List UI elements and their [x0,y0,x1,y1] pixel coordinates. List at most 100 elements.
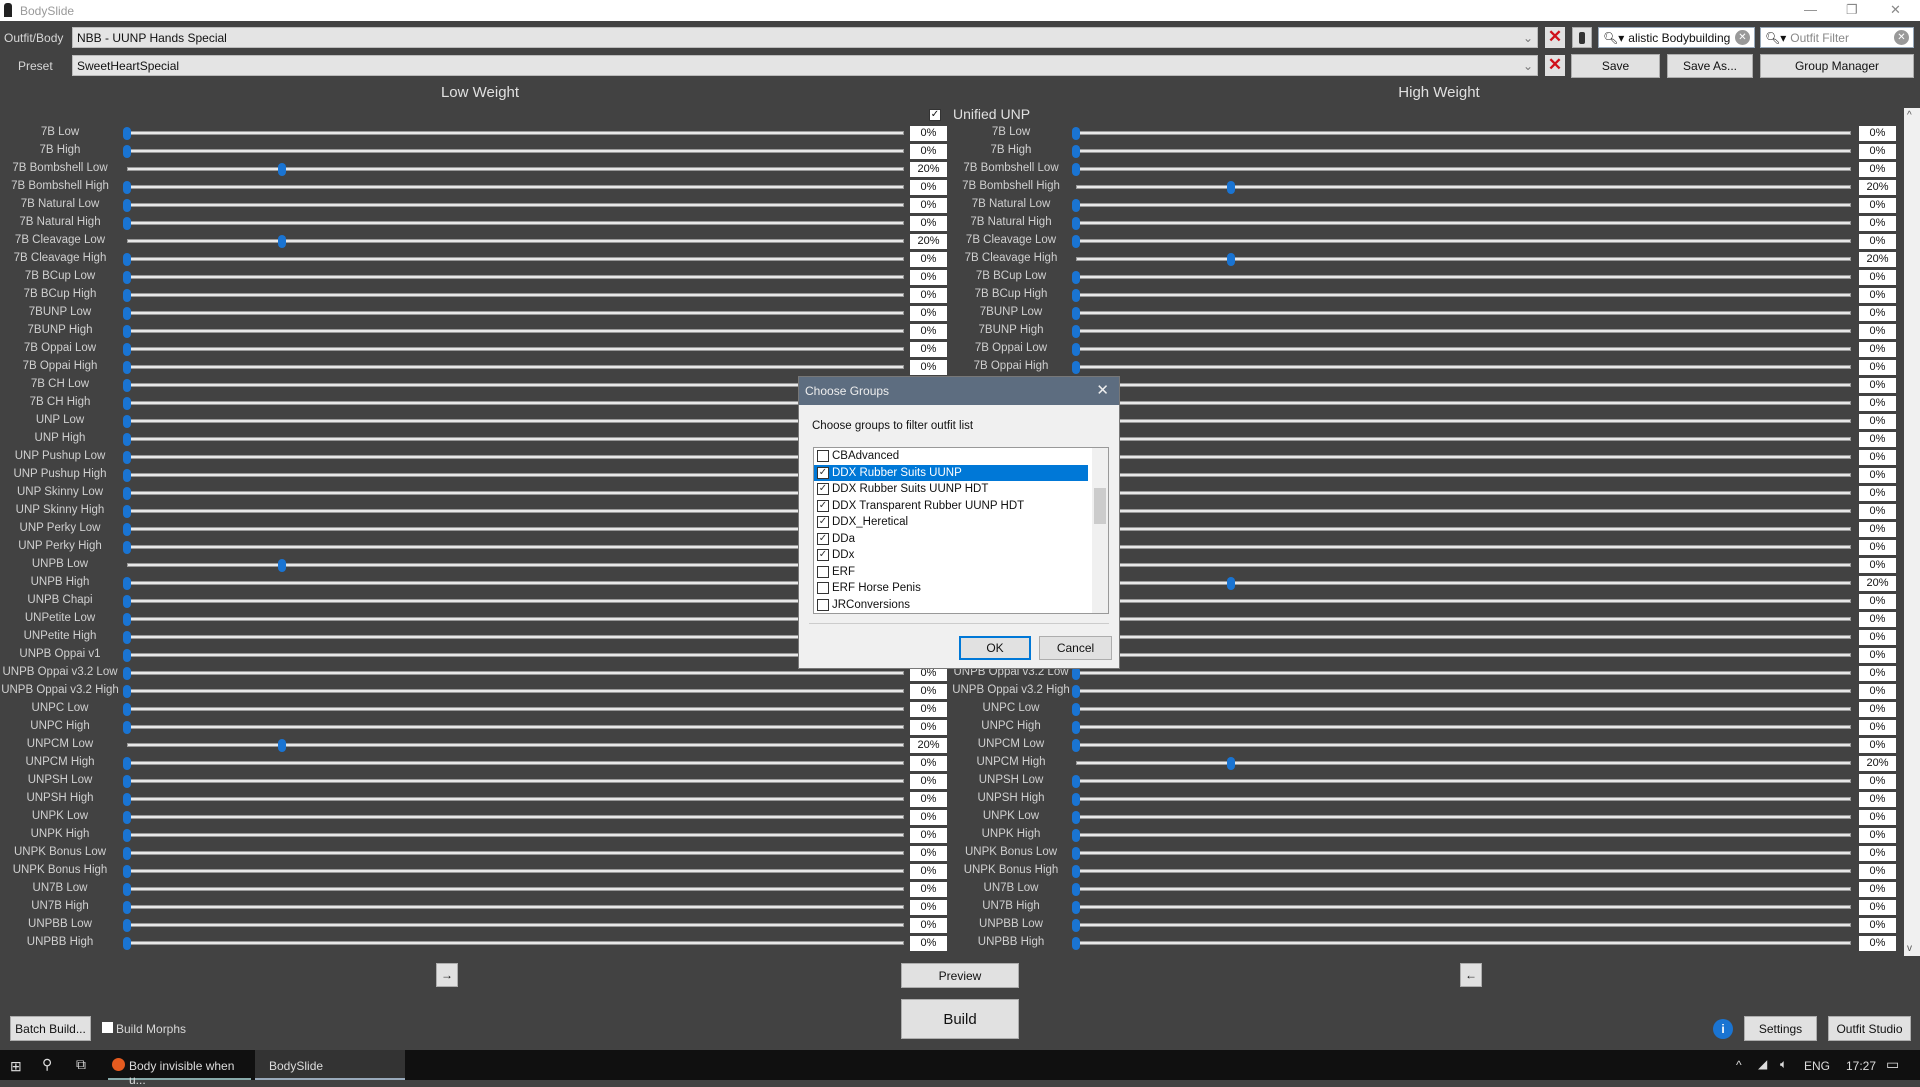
low-slider-track[interactable] [127,329,904,333]
high-value-input[interactable]: 0% [1859,846,1896,861]
outfit-icon-button[interactable] [1572,27,1592,48]
high-slider-thumb[interactable] [1227,757,1235,770]
low-slider-track[interactable] [127,149,904,153]
tray-chevron-icon[interactable]: ^ [1736,1058,1742,1072]
high-slider-track[interactable] [1076,365,1851,369]
low-value-input[interactable]: 20% [910,234,947,249]
high-slider-track[interactable] [1076,455,1851,459]
high-value-input[interactable]: 0% [1859,360,1896,375]
high-slider-track[interactable] [1076,131,1851,135]
high-value-input[interactable]: 0% [1859,882,1896,897]
high-slider-track[interactable] [1076,473,1851,477]
low-value-input[interactable]: 0% [910,342,947,357]
high-value-input[interactable]: 0% [1859,720,1896,735]
low-slider-track[interactable] [127,437,904,441]
high-value-input[interactable]: 0% [1859,612,1896,627]
high-value-input[interactable]: 0% [1859,126,1896,141]
high-value-input[interactable]: 0% [1859,144,1896,159]
low-slider-track[interactable] [127,815,904,819]
group-filter-input[interactable]: 🔍︎▾ alistic Bodybuilding ✕ [1598,27,1755,48]
group-item[interactable]: ✓ DDX_Heretical [814,514,1088,531]
preset-dropdown[interactable]: SweetHeartSpecial ⌄ [72,55,1538,76]
low-slider-track[interactable] [127,311,904,315]
high-slider-track[interactable] [1076,311,1851,315]
low-slider-track[interactable] [127,257,904,261]
low-slider-track[interactable] [127,707,904,711]
network-icon[interactable]: ◢ [1758,1057,1767,1071]
low-slider-track[interactable] [127,275,904,279]
low-slider-track[interactable] [127,419,904,423]
high-value-input[interactable]: 0% [1859,666,1896,681]
low-slider-thumb[interactable] [123,649,131,662]
low-slider-track[interactable] [127,365,904,369]
group-item[interactable]: ✓ DDX Rubber Suits UUNP HDT [814,481,1088,498]
low-value-input[interactable]: 20% [910,738,947,753]
low-slider-track[interactable] [127,509,904,513]
low-slider-thumb[interactable] [123,595,131,608]
low-slider-track[interactable] [127,851,904,855]
high-slider-track[interactable] [1076,869,1851,873]
low-slider-track[interactable] [127,941,904,945]
low-value-input[interactable]: 0% [910,702,947,717]
low-slider-track[interactable] [127,203,904,207]
group-checkbox[interactable]: ✓ [817,499,829,512]
high-slider-track[interactable] [1076,293,1851,297]
group-checkbox[interactable] [817,450,829,463]
high-value-input[interactable]: 0% [1859,738,1896,753]
low-slider-track[interactable] [127,473,904,477]
high-slider-track[interactable] [1076,653,1851,657]
high-value-input[interactable]: 0% [1859,324,1896,339]
high-value-input[interactable]: 20% [1859,576,1896,591]
clear-icon[interactable]: ✕ [1894,30,1909,45]
low-value-input[interactable]: 0% [910,306,947,321]
low-slider-thumb[interactable] [123,631,131,644]
copy-right-button[interactable]: → [436,963,458,987]
taskbar-app-bodyslide[interactable]: BodySlide [255,1050,405,1080]
low-value-input[interactable]: 0% [910,720,947,735]
high-slider-track[interactable] [1076,707,1851,711]
high-value-input[interactable]: 0% [1859,594,1896,609]
low-slider-thumb[interactable] [278,163,287,176]
group-checkbox[interactable] [817,582,829,595]
outfit-filter-input[interactable]: 🔍︎▾ Outfit Filter ✕ [1760,27,1914,48]
high-slider-track[interactable] [1076,599,1851,603]
low-slider-thumb[interactable] [278,235,287,248]
copy-left-button[interactable]: ← [1460,963,1482,987]
low-value-input[interactable]: 0% [910,252,947,267]
group-item[interactable]: ERF Horse Penis [814,580,1088,597]
low-slider-thumb[interactable] [123,415,131,428]
high-slider-thumb[interactable] [1072,811,1080,824]
volume-icon[interactable]: 🔈︎ [1780,1057,1787,1072]
minimize-button[interactable]: — [1804,2,1817,17]
group-item[interactable]: ✓ DDX Transparent Rubber UUNP HDT [814,498,1088,515]
low-slider-thumb[interactable] [123,199,131,212]
low-value-input[interactable]: 0% [910,864,947,879]
high-slider-track[interactable] [1076,833,1851,837]
high-value-input[interactable]: 0% [1859,198,1896,213]
low-value-input[interactable]: 0% [910,774,947,789]
clear-icon[interactable]: ✕ [1735,30,1750,45]
notifications-icon[interactable]: ▭ [1886,1056,1899,1073]
low-slider-track[interactable] [127,869,904,873]
group-item[interactable]: ✓ DDX Rubber Suits UUNP [814,464,1088,481]
group-item[interactable]: CBAdvanced [814,448,1088,465]
high-slider-track[interactable] [1076,743,1851,747]
high-slider-thumb[interactable] [1072,145,1080,158]
high-slider-track[interactable] [1076,167,1851,171]
group-item[interactable]: ERF [814,564,1088,581]
low-slider-track[interactable] [127,563,904,567]
low-value-input[interactable]: 0% [910,792,947,807]
low-value-input[interactable]: 0% [910,360,947,375]
high-slider-track[interactable] [1076,329,1851,333]
taskbar-app-firefox[interactable]: Body invisible when u... [108,1050,251,1087]
low-slider-thumb[interactable] [123,361,131,374]
high-value-input[interactable]: 0% [1859,558,1896,573]
build-button[interactable]: Build [901,999,1019,1039]
high-slider-thumb[interactable] [1072,793,1080,806]
save-button[interactable]: Save [1571,54,1660,78]
unified-checkbox[interactable]: ✓ [929,109,941,121]
high-value-input[interactable]: 0% [1859,648,1896,663]
high-slider-track[interactable] [1076,941,1851,945]
low-slider-thumb[interactable] [123,883,131,896]
low-slider-thumb[interactable] [123,865,131,878]
